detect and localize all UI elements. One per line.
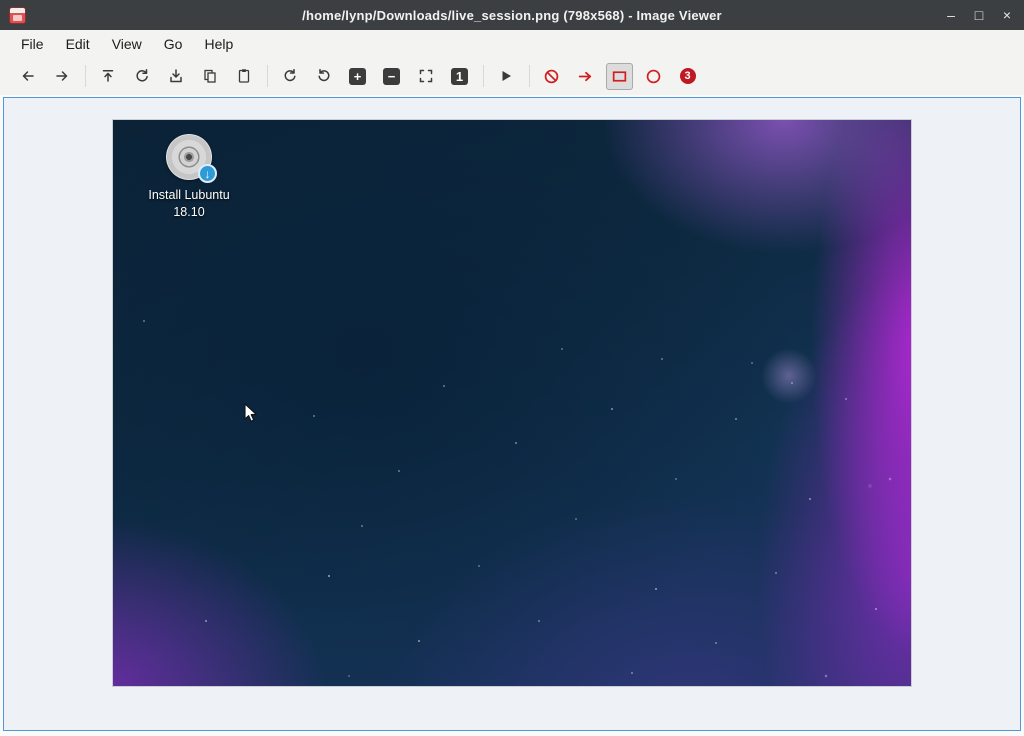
menu-edit[interactable]: Edit [55,32,101,56]
desktop-icon-label: Install Lubuntu 18.10 [131,187,247,221]
rotate-counterclockwise-button[interactable] [310,63,337,90]
install-lubuntu-desktop-icon: ↓ Install Lubuntu 18.10 [131,134,247,221]
window-title: /home/lynp/Downloads/live_session.png (7… [302,8,722,23]
rotate-clockwise-button[interactable] [276,63,303,90]
wallpaper-glow [761,348,817,404]
window-controls: – □ × [944,0,1014,30]
no-annotation-icon [543,68,560,85]
zoom-in-icon: + [349,68,366,85]
toolbar-separator [267,65,268,87]
minimize-button[interactable]: – [944,8,958,22]
next-button[interactable] [48,63,75,90]
zoom-fit-icon [418,68,434,84]
toolbar-separator [85,65,86,87]
annotation-circle-button[interactable] [640,63,667,90]
toolbar: + − 1 3 [0,57,1024,95]
red-rectangle-icon [611,68,628,85]
image-viewer-window: /home/lynp/Downloads/live_session.png (7… [0,0,1024,736]
mouse-cursor [243,403,261,423]
copy-icon [202,68,218,84]
save-icon [168,68,184,84]
menu-help[interactable]: Help [193,32,244,56]
annotation-arrow-button[interactable] [572,63,599,90]
play-slideshow-button[interactable] [492,63,519,90]
zoom-fit-button[interactable] [412,63,439,90]
close-button[interactable]: × [1000,8,1014,22]
upload-icon [100,68,116,84]
cd-disc-icon: ↓ [166,134,212,180]
app-icon [9,7,26,24]
arrow-left-icon [20,68,36,84]
number-badge-icon: 3 [680,68,696,84]
paste-button[interactable] [230,63,257,90]
menu-view[interactable]: View [101,32,153,56]
annotation-rectangle-button[interactable] [606,63,633,90]
zoom-out-button[interactable]: − [378,63,405,90]
annotation-none-button[interactable] [538,63,565,90]
toolbar-separator [483,65,484,87]
download-badge-icon: ↓ [198,164,217,183]
zoom-in-button[interactable]: + [344,63,371,90]
rotate-counterclockwise-icon [316,68,332,84]
paste-icon [236,68,252,84]
play-icon [498,68,514,84]
displayed-image: ↓ Install Lubuntu 18.10 [113,120,911,686]
maximize-button[interactable]: □ [972,8,986,22]
menu-file[interactable]: File [10,32,55,56]
titlebar: /home/lynp/Downloads/live_session.png (7… [0,0,1024,30]
upload-button[interactable] [94,63,121,90]
previous-button[interactable] [14,63,41,90]
zoom-out-icon: − [383,68,400,85]
image-viewport[interactable]: ↓ Install Lubuntu 18.10 [3,97,1021,731]
wallpaper-stars [143,320,145,322]
red-arrow-icon [577,68,594,85]
desktop-icon-label-line1: Install Lubuntu [148,188,229,202]
menubar: File Edit View Go Help [0,30,1024,57]
zoom-original-button[interactable]: 1 [446,63,473,90]
menu-go[interactable]: Go [153,32,194,56]
copy-button[interactable] [196,63,223,90]
desktop-icon-label-line2: 18.10 [173,205,204,219]
arrow-right-icon [54,68,70,84]
toolbar-separator [529,65,530,87]
red-circle-icon [645,68,662,85]
save-button[interactable] [162,63,189,90]
rotate-clockwise-icon [282,68,298,84]
reload-icon [134,68,150,84]
annotation-number-button[interactable]: 3 [674,63,701,90]
zoom-original-icon: 1 [451,68,468,85]
reload-button[interactable] [128,63,155,90]
